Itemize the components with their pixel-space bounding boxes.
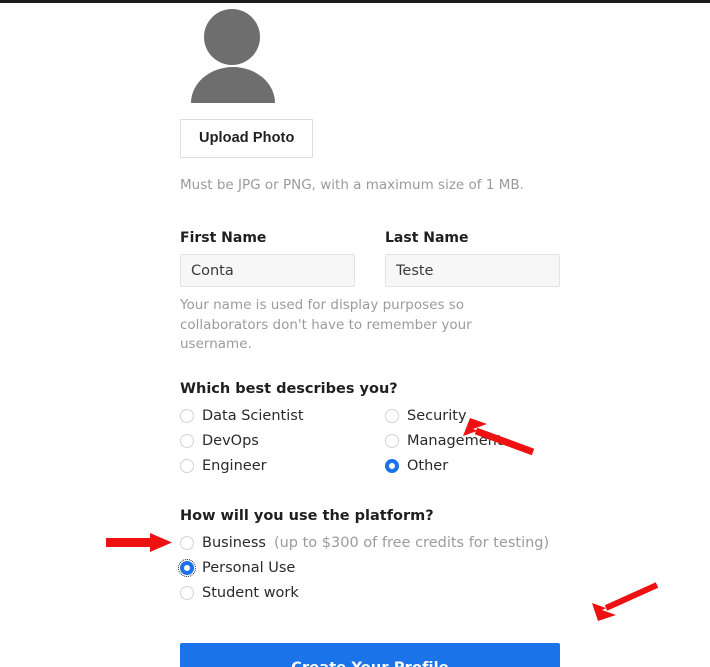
radio-label: Business (202, 534, 266, 551)
radio-label: Engineer (202, 457, 267, 474)
name-help-text: Your name is used for display purposes s… (180, 297, 472, 353)
radio-option-management[interactable]: Management (385, 433, 560, 449)
avatar (186, 3, 278, 107)
usage-radio-list: Business (up to $300 of free credits for… (177, 535, 560, 601)
avatar-head-icon (204, 9, 260, 65)
radio-icon (180, 535, 194, 550)
usage-question-group: How will you use the platform? Business … (177, 507, 560, 601)
usage-question-title: How will you use the platform? (180, 507, 434, 524)
radio-option-devops[interactable]: DevOps (180, 433, 385, 449)
radio-icon (180, 585, 194, 600)
last-name-label: Last Name (385, 230, 469, 247)
radio-icon-selected (177, 558, 197, 578)
role-question-group: Which best describes you? Data Scientist… (180, 381, 560, 474)
radio-option-business[interactable]: Business (up to $300 of free credits for… (180, 535, 560, 551)
radio-note: (up to $300 of free credits for testing) (273, 534, 550, 551)
last-name-input[interactable] (385, 254, 560, 288)
radio-icon-selected (385, 458, 399, 473)
radio-icon (180, 458, 194, 473)
profile-setup-page: Upload Photo Must be JPG or PNG, with a … (0, 0, 710, 667)
role-radio-grid: Data Scientist Security DevOps Managemen… (180, 408, 560, 474)
radio-option-engineer[interactable]: Engineer (180, 458, 385, 474)
radio-option-other[interactable]: Other (385, 458, 560, 474)
radio-option-security[interactable]: Security (385, 408, 560, 424)
radio-icon (385, 433, 399, 448)
name-row: First Name Last Name (180, 230, 560, 288)
radio-label: Student work (202, 584, 299, 601)
radio-label: Data Scientist (202, 407, 304, 424)
radio-icon (180, 433, 194, 448)
radio-label: Personal Use (202, 559, 296, 576)
arrow-to-personal-use-radio (106, 533, 172, 552)
radio-label: DevOps (202, 432, 259, 449)
create-profile-button[interactable]: Create Your Profile (180, 642, 560, 667)
profile-form: Upload Photo Must be JPG or PNG, with a … (177, 3, 560, 667)
radio-option-student-work[interactable]: Student work (180, 585, 560, 601)
radio-option-personal-use[interactable]: Personal Use (177, 558, 560, 578)
radio-icon (385, 408, 399, 423)
first-name-input[interactable] (180, 254, 355, 288)
role-question-title: Which best describes you? (180, 380, 398, 397)
first-name-field-group: First Name (180, 230, 355, 288)
radio-label: Management (407, 432, 503, 449)
radio-label: Other (407, 457, 449, 474)
first-name-label: First Name (180, 230, 267, 247)
upload-photo-button[interactable]: Upload Photo (180, 119, 314, 158)
arrow-to-create-profile-button (592, 582, 659, 621)
upload-photo-hint: Must be JPG or PNG, with a maximum size … (180, 177, 524, 193)
radio-icon (180, 408, 194, 423)
radio-option-data-scientist[interactable]: Data Scientist (180, 408, 385, 424)
last-name-field-group: Last Name (385, 230, 560, 288)
radio-label: Security (407, 407, 467, 424)
